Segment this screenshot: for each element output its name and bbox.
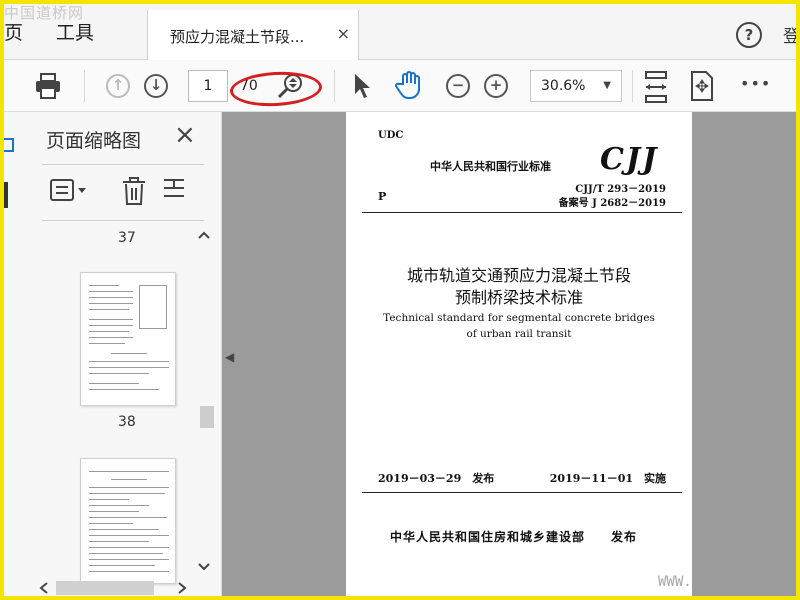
tab-close-button[interactable]: × bbox=[337, 24, 350, 43]
standard-header: 中华人民共和国行业标准 bbox=[430, 160, 551, 173]
red-highlight-ellipse bbox=[229, 69, 323, 109]
scroll-left-icon[interactable] bbox=[38, 580, 50, 596]
standard-code: CJJ/T 293－2019 bbox=[575, 184, 666, 195]
chevron-down-icon: ▼ bbox=[603, 80, 611, 91]
vertical-scrollbar[interactable] bbox=[196, 226, 212, 576]
collapse-panel-icon[interactable]: ◀ bbox=[225, 350, 234, 364]
page-thumbnail-37[interactable] bbox=[80, 272, 176, 406]
cjj-logo: CJJ bbox=[600, 142, 659, 177]
title-en-line2: of urban rail transit bbox=[466, 328, 572, 340]
udc-label: UDC bbox=[378, 130, 404, 141]
toolbar-divider bbox=[632, 70, 633, 102]
fit-page-icon[interactable] bbox=[642, 70, 670, 108]
publisher: 中华人民共和国住房和城乡建设部 发布 bbox=[390, 530, 638, 544]
scrollbar-thumb[interactable] bbox=[200, 406, 214, 428]
select-cursor-icon[interactable] bbox=[352, 72, 374, 104]
panel-title: 页面缩略图 bbox=[46, 130, 142, 152]
tab-title: 预应力混凝土节段... bbox=[170, 28, 305, 46]
panel-close-icon[interactable]: × bbox=[174, 122, 196, 148]
thumb-label-38: 38 bbox=[118, 414, 136, 430]
left-strip bbox=[4, 122, 20, 322]
help-icon[interactable]: ? bbox=[736, 22, 762, 48]
p-label: P bbox=[378, 190, 387, 203]
title-cn-line1: 城市轨道交通预应力混凝土节段 bbox=[406, 266, 631, 285]
bookmark-icon[interactable] bbox=[4, 138, 14, 152]
hand-tool-icon[interactable] bbox=[394, 70, 424, 104]
page-down-icon[interactable]: ↓ bbox=[144, 74, 168, 98]
scroll-right-icon[interactable] bbox=[176, 580, 188, 596]
app-window: 页 工具 预应力混凝土节段... × ? 登 中国道桥网 ↑ ↓ 1 70 − … bbox=[4, 4, 796, 596]
toolbar: ↑ ↓ 1 70 − + 30.6% ▼ ••• bbox=[4, 60, 796, 112]
delete-page-icon[interactable] bbox=[120, 176, 148, 210]
watermark-top-left: 中国道桥网 bbox=[4, 4, 85, 22]
menu-bar: 页 工具 预应力混凝土节段... × ? 登 中国道桥网 bbox=[4, 4, 796, 60]
publish-date: 2019－03－29 发布 bbox=[378, 472, 495, 485]
more-options-icon[interactable]: ••• bbox=[740, 74, 771, 93]
page-number-input[interactable]: 1 bbox=[188, 70, 228, 102]
divider bbox=[42, 220, 204, 221]
title-en-line1: Technical standard for segmental concret… bbox=[383, 312, 655, 324]
thumbnail-options-icon[interactable] bbox=[50, 178, 90, 208]
toolbar-divider bbox=[84, 70, 85, 102]
page-insert-icon[interactable] bbox=[162, 176, 190, 210]
zoom-value: 30.6% bbox=[541, 78, 586, 94]
full-screen-icon[interactable] bbox=[688, 70, 716, 106]
page-thumbnail-38[interactable] bbox=[80, 458, 176, 584]
rule-line bbox=[362, 212, 682, 213]
title-cn-line2: 预制桥梁技术标准 bbox=[454, 288, 583, 307]
page-up-icon[interactable]: ↑ bbox=[106, 74, 130, 98]
thumb-label-37: 37 bbox=[118, 230, 136, 246]
watermark-bottom-right: WWW. bbox=[658, 574, 692, 590]
zoom-in-icon[interactable]: + bbox=[484, 74, 508, 98]
rule-line bbox=[362, 492, 682, 493]
zoom-select[interactable]: 30.6% ▼ bbox=[530, 70, 622, 102]
document-viewer[interactable]: ◀ UDC 中华人民共和国行业标准 CJJ P CJJ/T 293－2019 备… bbox=[222, 112, 796, 596]
print-icon[interactable] bbox=[34, 72, 62, 104]
document-tab[interactable]: 预应力混凝土节段... × bbox=[147, 10, 359, 60]
effective-date: 2019－11－01 实施 bbox=[549, 472, 666, 485]
zoom-out-icon[interactable]: − bbox=[446, 74, 470, 98]
login-button[interactable]: 登 bbox=[783, 22, 796, 47]
toolbar-divider bbox=[334, 70, 335, 102]
divider bbox=[42, 164, 204, 165]
thumbnail-panel: 页面缩略图 × 37 38 bbox=[4, 112, 222, 596]
panel-strip-icon[interactable] bbox=[4, 182, 8, 208]
horizontal-scrollbar-thumb[interactable] bbox=[56, 581, 154, 595]
record-number: 备案号 J 2682－2019 bbox=[558, 198, 666, 209]
document-page: UDC 中华人民共和国行业标准 CJJ P CJJ/T 293－2019 备案号… bbox=[346, 112, 692, 596]
